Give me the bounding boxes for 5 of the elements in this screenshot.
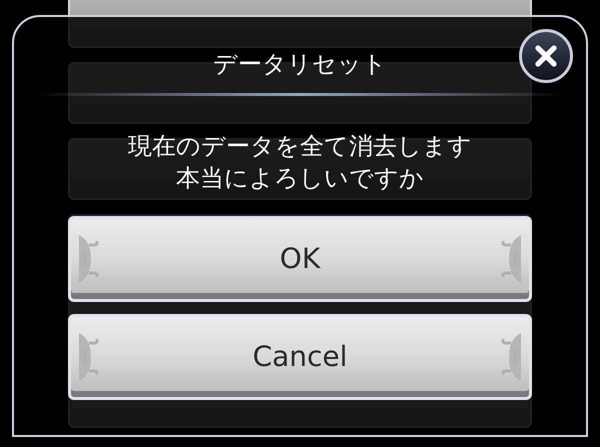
dialog-title: データリセット xyxy=(213,49,387,80)
dialog-button[interactable]: OK xyxy=(68,216,532,302)
dialog-message: 本当によろしいですか xyxy=(176,163,424,194)
dialog-message: 現在のデータを全て消去します xyxy=(128,131,472,162)
dialog-button[interactable]: Cancel xyxy=(68,314,532,400)
